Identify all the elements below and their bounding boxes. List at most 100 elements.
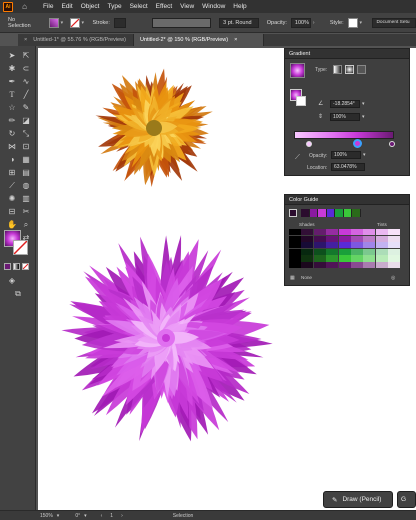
color-variation-swatch[interactable] <box>301 255 314 262</box>
draw-mode-icon[interactable]: ◈ <box>6 275 18 287</box>
color-variation-swatch[interactable] <box>289 235 301 242</box>
color-variation-swatch[interactable] <box>289 248 301 255</box>
graph-tool-icon[interactable]: ▥ <box>20 193 32 205</box>
line-tool-icon[interactable]: ╱ <box>20 89 32 101</box>
color-variation-swatch[interactable] <box>375 262 388 269</box>
menu-help[interactable]: Help <box>233 3 246 10</box>
color-variation-swatch[interactable] <box>363 248 376 255</box>
variable-width-profile[interactable] <box>151 17 212 28</box>
harmony-swatch[interactable] <box>352 209 362 217</box>
color-variation-swatch[interactable] <box>375 248 388 255</box>
color-variation-swatch[interactable] <box>338 248 351 255</box>
menu-object[interactable]: Object <box>81 3 100 10</box>
draw-extra-button[interactable]: G <box>397 491 416 508</box>
color-variation-swatch[interactable] <box>363 255 376 262</box>
color-variation-swatch[interactable] <box>338 255 351 262</box>
shape-builder-icon[interactable]: ◑ <box>6 154 18 166</box>
chevron-down-icon[interactable]: ▾ <box>61 20 66 26</box>
free-transform-icon[interactable]: ⊡ <box>20 141 32 153</box>
color-variation-swatch[interactable] <box>375 242 388 249</box>
rotate-tool-icon[interactable]: ↻ <box>6 128 18 140</box>
color-variation-swatch[interactable] <box>375 235 388 242</box>
color-variation-swatch[interactable] <box>301 262 314 269</box>
color-variation-swatch[interactable] <box>351 262 363 269</box>
type-tool-icon[interactable]: T <box>6 89 18 101</box>
artboard-tool-icon[interactable]: ⊟ <box>6 206 18 218</box>
color-variation-swatch[interactable] <box>351 255 363 262</box>
next-artboard-icon[interactable]: › <box>121 513 123 519</box>
color-variation-swatch[interactable] <box>313 248 326 255</box>
eraser-icon[interactable]: ◪ <box>20 115 32 127</box>
menu-window[interactable]: Window <box>202 3 225 10</box>
color-variation-swatch[interactable] <box>313 229 326 236</box>
aspect-ratio-field[interactable]: 100% <box>330 113 360 121</box>
color-variation-swatch[interactable] <box>388 262 401 269</box>
opacity-field[interactable]: 100% <box>290 17 311 28</box>
color-variation-swatch[interactable] <box>313 235 326 242</box>
color-variation-swatch[interactable] <box>388 255 401 262</box>
screen-mode-icon[interactable]: ⧉ <box>12 288 24 300</box>
tab-close-icon[interactable]: × <box>234 34 237 46</box>
color-variation-swatch[interactable] <box>301 235 314 242</box>
curvature-tool-icon[interactable]: ∿ <box>20 76 32 88</box>
gradient-type-radial-button[interactable] <box>345 65 354 74</box>
mesh-tool-icon[interactable]: ⊞ <box>6 167 18 179</box>
chevron-down-icon[interactable]: ▾ <box>362 114 365 120</box>
chevron-down-icon[interactable]: ▾ <box>362 101 365 107</box>
eyedropper-icon[interactable]: ⟋ <box>6 180 18 192</box>
color-variation-swatch[interactable] <box>351 248 363 255</box>
menu-edit[interactable]: Edit <box>61 3 72 10</box>
scale-tool-icon[interactable]: ⤡ <box>20 128 32 140</box>
tab-untitled-1[interactable]: × Untitled-1* @ 55.76 % (RGB/Preview) <box>18 34 134 46</box>
perspective-grid-icon[interactable]: ▦ <box>20 154 32 166</box>
color-variation-swatch[interactable] <box>326 248 339 255</box>
stroke-swatch[interactable] <box>69 17 80 28</box>
magic-wand-icon[interactable]: ✱ <box>6 63 18 75</box>
color-variation-swatch[interactable] <box>326 255 339 262</box>
harmony-swatch[interactable] <box>309 209 319 217</box>
edit-colors-icon[interactable]: ◎ <box>391 275 395 281</box>
tab-close-icon[interactable]: × <box>24 34 27 46</box>
color-variation-swatch[interactable] <box>388 248 401 255</box>
color-variation-swatch[interactable] <box>351 235 363 242</box>
chevron-down-icon[interactable]: ▾ <box>84 513 87 519</box>
color-variation-swatch[interactable] <box>388 235 401 242</box>
style-swatch[interactable] <box>347 17 358 28</box>
rotate-view-angle[interactable]: 0° <box>75 513 80 519</box>
blend-tool-icon[interactable]: ◍ <box>20 180 32 192</box>
direct-selection-tool-icon[interactable]: ⇱ <box>20 50 32 62</box>
color-variation-swatch[interactable] <box>326 242 339 249</box>
color-variation-swatch[interactable] <box>363 235 376 242</box>
color-variation-swatch[interactable] <box>289 229 301 236</box>
star-tool-icon[interactable]: ☆ <box>6 102 18 114</box>
gradient-stroke-swatch[interactable] <box>296 96 306 106</box>
gradient-stop-end[interactable] <box>389 141 395 147</box>
menu-view[interactable]: View <box>180 3 194 10</box>
zoom-level[interactable]: 150% <box>40 513 53 519</box>
chevron-down-icon[interactable]: ▾ <box>82 20 87 26</box>
stroke-weight-field[interactable] <box>113 17 126 28</box>
menu-effect[interactable]: Effect <box>156 3 173 10</box>
base-color-swatch[interactable] <box>289 209 297 217</box>
gradient-type-freeform-button[interactable] <box>357 65 366 74</box>
selection-tool-icon[interactable]: ➤ <box>6 50 18 62</box>
gradient-tool-icon[interactable]: ▤ <box>20 167 32 179</box>
color-variation-swatch[interactable] <box>326 229 339 236</box>
gradient-stop-start[interactable] <box>306 141 312 147</box>
color-variation-swatch[interactable] <box>351 242 363 249</box>
color-variation-swatch[interactable] <box>301 229 314 236</box>
magenta-flower-artwork[interactable] <box>60 228 278 458</box>
gradient-panel-header[interactable]: Gradient <box>285 49 409 59</box>
shaper-tool-icon[interactable]: ✏ <box>6 115 18 127</box>
gradient-mode-icon[interactable] <box>13 263 20 270</box>
stroke-color-icon[interactable] <box>13 240 28 255</box>
lasso-icon[interactable]: ⊂ <box>20 63 32 75</box>
harmony-swatch[interactable] <box>326 209 336 217</box>
color-guide-header[interactable]: Color Guide <box>285 195 409 205</box>
color-variation-swatch[interactable] <box>363 229 376 236</box>
orange-flower-artwork[interactable] <box>90 64 218 192</box>
color-variation-swatch[interactable] <box>375 255 388 262</box>
color-variation-swatch[interactable] <box>313 255 326 262</box>
fill-swatch[interactable] <box>48 17 59 28</box>
color-variation-swatch[interactable] <box>338 235 351 242</box>
